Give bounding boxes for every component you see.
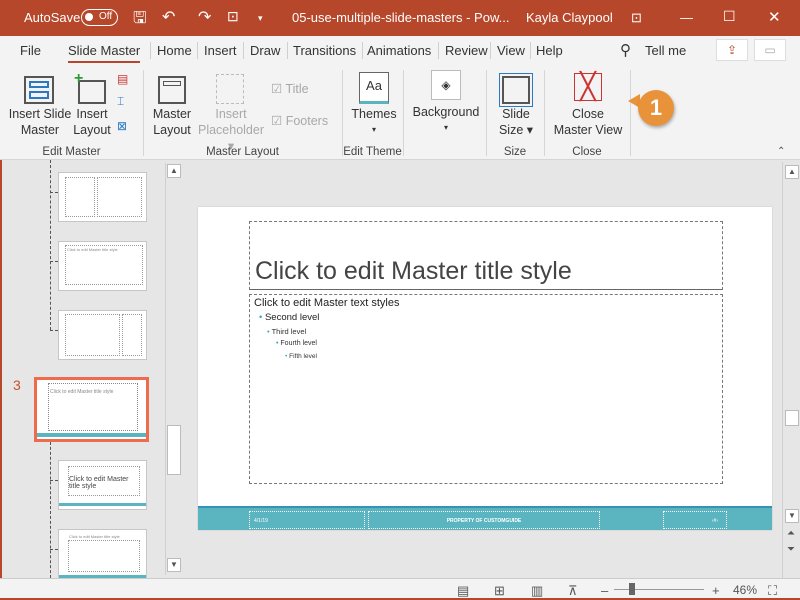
- undo-icon[interactable]: ↶: [162, 7, 175, 27]
- maximize-icon[interactable]: ☐: [723, 8, 736, 25]
- tab-file[interactable]: File: [20, 43, 41, 58]
- slideshow-icon[interactable]: ⊼: [568, 583, 578, 599]
- autosave-toggle[interactable]: Off: [81, 9, 118, 26]
- close-icon[interactable]: ✕: [768, 8, 781, 26]
- status-bar: ▤ ⊞ ▥ ⊼ – + 46% ⛶: [0, 578, 800, 600]
- layout-thumbnail[interactable]: Click to edit Master title style: [58, 241, 147, 291]
- delete-icon[interactable]: ▤: [117, 72, 128, 86]
- footer-date[interactable]: 4/1/19: [249, 511, 365, 529]
- reading-view-icon[interactable]: ▥: [531, 583, 543, 599]
- zoom-slider-thumb[interactable]: [629, 583, 635, 595]
- tab-animations[interactable]: Animations: [367, 43, 431, 58]
- tab-insert[interactable]: Insert: [204, 43, 237, 58]
- autosave-label: AutoSave: [24, 10, 81, 25]
- level-3-text[interactable]: • Third level: [267, 327, 306, 336]
- tab-home[interactable]: Home: [157, 43, 192, 58]
- insert-slide-master-button[interactable]: Insert Slide Master: [8, 106, 72, 138]
- share-icon[interactable]: ⇪: [716, 39, 748, 61]
- close-master-view-icon: ╳: [574, 73, 602, 101]
- search-icon[interactable]: ⚲: [620, 41, 631, 59]
- title-bar: AutoSave Off 🖫 ↶ ↷ ⊡ ▾ 05-use-multiple-s…: [0, 0, 800, 36]
- normal-view-icon[interactable]: ▤: [457, 583, 469, 599]
- tab-draw[interactable]: Draw: [250, 43, 280, 58]
- scrollbar-thumb[interactable]: [167, 425, 181, 475]
- ribbon: Insert Slide Master + Insert Layout ▤ ⌶ ⊠ …: [0, 64, 800, 160]
- body-placeholder[interactable]: Click to edit Master text styles • Secon…: [249, 294, 723, 484]
- slide-size-icon: [499, 73, 533, 107]
- rename-icon[interactable]: ⌶: [117, 94, 124, 109]
- level-2-text[interactable]: • Second level: [259, 312, 319, 323]
- zoom-level[interactable]: 46%: [733, 583, 757, 597]
- document-title: 05-use-multiple-slide-masters - Pow...: [292, 10, 510, 25]
- tell-me-input[interactable]: Tell me: [645, 43, 686, 58]
- preserve-icon[interactable]: ⊠: [117, 119, 127, 133]
- insert-layout-icon: +: [74, 70, 106, 104]
- slide-master-number: 3: [13, 377, 21, 393]
- layout-thumbnail[interactable]: Click to edit Master title style: [58, 529, 147, 579]
- title-placeholder[interactable]: Click to edit Master title style: [249, 221, 723, 290]
- group-size: Size: [503, 146, 527, 158]
- close-master-view-button[interactable]: Close Master View: [550, 106, 626, 138]
- footers-checkbox[interactable]: ☑ Footers: [271, 113, 328, 129]
- present-icon[interactable]: ⊡: [227, 8, 239, 25]
- tab-help[interactable]: Help: [536, 43, 563, 58]
- customize-qat-icon[interactable]: ▾: [258, 13, 263, 24]
- background-button[interactable]: Background ▾: [408, 104, 484, 136]
- scrollbar-thumb[interactable]: [785, 410, 799, 426]
- background-icon: ◈: [431, 70, 461, 100]
- thumbnail-scrollbar[interactable]: ▲ ▼: [165, 163, 181, 575]
- layout-thumbnail[interactable]: Click to edit Master title style: [58, 460, 147, 510]
- master-title-text[interactable]: Click to edit Master title style: [255, 257, 572, 286]
- tab-review[interactable]: Review: [445, 43, 488, 58]
- callout-badge: 1: [638, 90, 674, 126]
- layout-thumbnail[interactable]: [58, 310, 147, 360]
- slide-size-button[interactable]: Slide Size ▾: [490, 106, 542, 138]
- minimize-icon[interactable]: —: [680, 10, 693, 25]
- zoom-in-icon[interactable]: +: [712, 583, 720, 598]
- ribbon-tabs: File Slide Master Home Insert Draw Trans…: [0, 36, 800, 64]
- zoom-slider[interactable]: [614, 589, 704, 590]
- tab-slide-master[interactable]: Slide Master: [68, 43, 141, 63]
- collapse-ribbon-icon[interactable]: ⌃: [777, 146, 785, 157]
- save-icon[interactable]: 🖫: [133, 7, 147, 34]
- slide-canvas: Click to edit Master title style Click t…: [198, 207, 772, 530]
- next-slide-icon[interactable]: ⏷: [787, 544, 795, 555]
- scroll-down-icon[interactable]: ▼: [167, 558, 181, 572]
- insert-slide-master-icon: [24, 76, 54, 104]
- level-1-text[interactable]: Click to edit Master text styles: [254, 297, 400, 309]
- scroll-down-icon[interactable]: ▼: [785, 509, 799, 523]
- slide-scrollbar[interactable]: ▲ ▼ ⏶ ⏷: [782, 162, 800, 578]
- master-layout-button[interactable]: Master Layout: [150, 106, 194, 138]
- user-name[interactable]: Kayla Claypool: [526, 10, 613, 25]
- previous-slide-icon[interactable]: ⏶: [787, 528, 795, 539]
- slide-sorter-icon[interactable]: ⊞: [494, 583, 505, 599]
- group-close: Close: [572, 146, 602, 158]
- title-checkbox[interactable]: ☑ Title: [271, 81, 309, 97]
- tab-transitions[interactable]: Transitions: [293, 43, 356, 58]
- footer-slide-number[interactable]: ‹#›: [663, 511, 727, 529]
- tab-view[interactable]: View: [497, 43, 525, 58]
- redo-icon[interactable]: ↷: [198, 7, 211, 27]
- insert-placeholder-icon: [216, 74, 244, 104]
- selected-slide-master-thumbnail[interactable]: Click to edit Master title style: [34, 377, 149, 442]
- slide-thumbnail-pane: Click to edit Master title style 3 Click…: [0, 160, 185, 579]
- scroll-up-icon[interactable]: ▲: [167, 164, 181, 178]
- layout-thumbnail[interactable]: [58, 172, 147, 222]
- footer-band: 4/1/19 PROPERTY OF CUSTOMGUIDE ‹#›: [198, 506, 772, 530]
- zoom-out-icon[interactable]: –: [601, 583, 608, 598]
- level-5-text[interactable]: • Fifth level: [285, 353, 317, 360]
- master-layout-icon: [158, 76, 186, 104]
- insert-layout-button[interactable]: Insert Layout: [70, 106, 114, 138]
- fit-to-window-icon[interactable]: ⛶: [768, 583, 777, 599]
- themes-icon: Aa: [359, 72, 389, 104]
- themes-button[interactable]: Themes ▾: [345, 106, 403, 138]
- scroll-up-icon[interactable]: ▲: [785, 165, 799, 179]
- footer-text[interactable]: PROPERTY OF CUSTOMGUIDE: [368, 511, 600, 529]
- group-edit-master: Edit Master: [42, 146, 101, 158]
- group-master-layout: Master Layout: [206, 146, 279, 158]
- group-edit-theme: Edit Theme: [343, 146, 402, 158]
- level-4-text[interactable]: • Fourth level: [276, 340, 317, 347]
- comments-icon[interactable]: ▭: [754, 39, 786, 61]
- ribbon-display-icon[interactable]: ⊡: [631, 10, 642, 26]
